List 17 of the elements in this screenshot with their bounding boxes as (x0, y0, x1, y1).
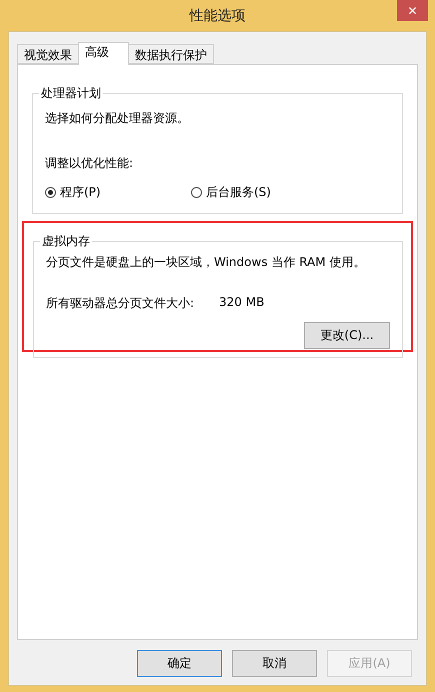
group-title: 处理器计划 (39, 85, 103, 102)
tab[interactable]: 数据执行保护 (128, 44, 214, 64)
description-text: 选择如何分配处理器资源。 (45, 110, 190, 127)
dialog-button[interactable]: 取消 (232, 650, 317, 677)
radio-option[interactable]: 后台服务(S) (191, 184, 337, 201)
adjust-label: 调整以优化性能: (45, 155, 134, 172)
window-title: 性能选项 (190, 6, 246, 24)
radio-option[interactable]: 程序(P) (45, 184, 191, 201)
size-label: 所有驱动器总分页文件大小: (46, 295, 196, 312)
tab[interactable]: 视觉效果 (17, 44, 79, 64)
size-value: 320 MB (219, 295, 264, 311)
change-button[interactable]: 更改(C)... (304, 322, 390, 349)
tab[interactable]: 高级 (78, 42, 129, 65)
group-title: 虚拟内存 (40, 233, 92, 250)
dialog-button[interactable]: 确定 (137, 650, 222, 677)
description-text: 分页文件是硬盘上的一块区域，Windows 当作 RAM 使用。 (46, 254, 366, 271)
close-button[interactable]: ✕ (397, 0, 428, 21)
